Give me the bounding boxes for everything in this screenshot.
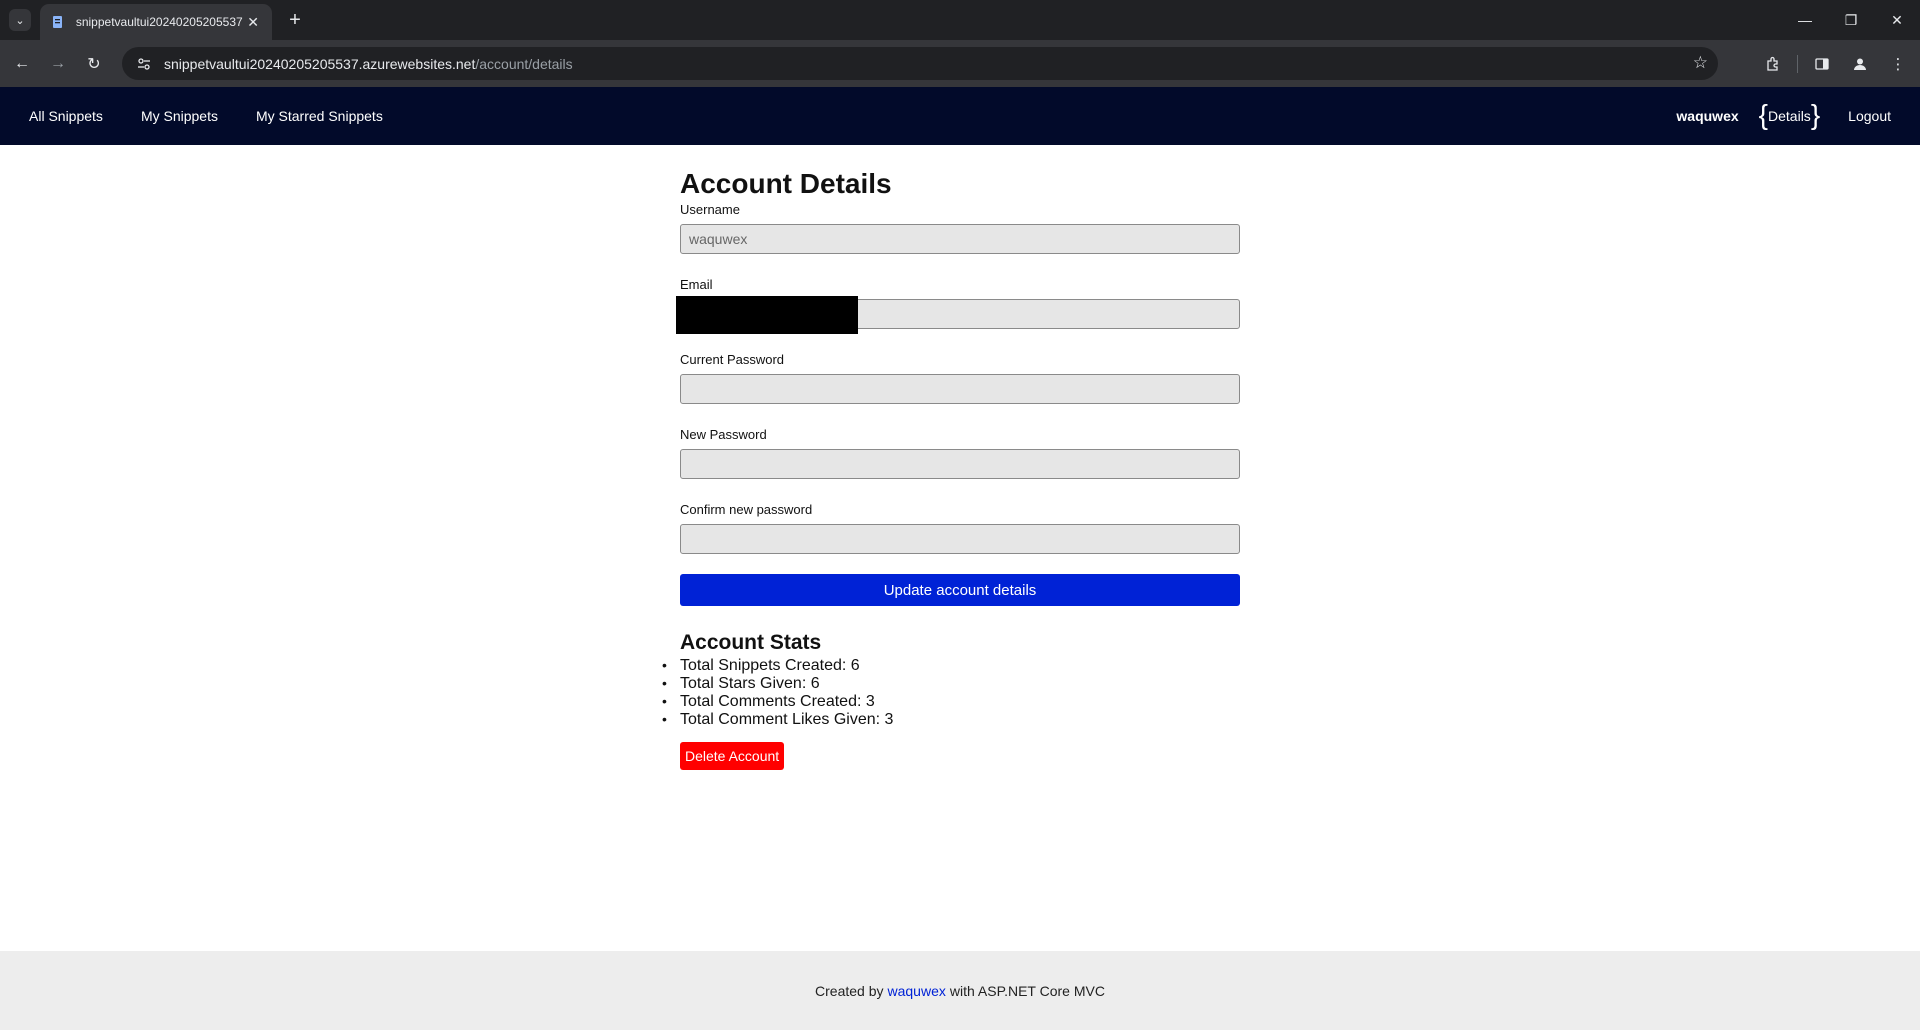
address-bar[interactable]: snippetvaultui20240205205537.azurewebsit… (122, 47, 1718, 80)
url-host: snippetvaultui20240205205537.azurewebsit… (164, 55, 476, 72)
stat-snippets-created: Total Snippets Created: 6 (662, 657, 1240, 675)
reload-icon[interactable]: ↻ (80, 50, 108, 78)
page-favicon-icon (50, 14, 66, 30)
restore-icon[interactable]: ❐ (1828, 0, 1874, 40)
url-text: snippetvaultui20240205205537.azurewebsit… (164, 56, 573, 72)
current-password-field-group: Current Password (680, 352, 1240, 404)
extensions-icon[interactable] (1759, 50, 1787, 78)
account-details-main: Account Details Username Email Current P… (662, 168, 1240, 770)
nav-my-starred-snippets[interactable]: My Starred Snippets (256, 108, 383, 124)
new-tab-button[interactable]: + (283, 8, 307, 32)
nav-details-link[interactable]: { Details } (1758, 99, 1821, 130)
url-path: /account/details (475, 55, 573, 72)
forward-arrow-icon[interactable]: → (44, 50, 72, 78)
profile-avatar-icon[interactable] (1846, 50, 1874, 78)
site-info-icon[interactable] (134, 54, 154, 74)
footer-author-link[interactable]: waquwex (888, 983, 946, 999)
footer-prefix: Created by (815, 982, 884, 999)
stat-stars-given: Total Stars Given: 6 (662, 675, 1240, 693)
username-label: Username (680, 202, 740, 217)
redaction-block (676, 296, 858, 334)
current-password-input[interactable] (680, 374, 1240, 404)
browser-tab-strip: ⌄ snippetvaultui20240205205537 ✕ + — ❐ ✕ (0, 0, 1920, 40)
account-stats-title: Account Stats (680, 631, 822, 654)
username-field-group: Username (680, 202, 1240, 254)
new-password-field-group: New Password (680, 427, 1240, 479)
confirm-password-field-group: Confirm new password (680, 502, 1240, 554)
toolbar-divider (1797, 55, 1798, 73)
new-password-input[interactable] (680, 449, 1240, 479)
username-input[interactable] (680, 224, 1240, 254)
footer-suffix: with ASP.NET Core MVC (949, 982, 1105, 999)
update-account-button[interactable]: Update account details (680, 574, 1240, 606)
bookmark-star-icon[interactable]: ☆ (1693, 53, 1708, 73)
nav-username: waquwex (1676, 108, 1739, 124)
confirm-password-input[interactable] (680, 524, 1240, 554)
tab-title: snippetvaultui20240205205537 (75, 15, 243, 29)
tab-close-icon[interactable]: ✕ (244, 14, 262, 31)
email-label: Email (680, 277, 713, 292)
delete-account-button[interactable]: Delete Account (680, 742, 785, 770)
site-navbar: All Snippets My Snippets My Starred Snip… (0, 87, 1920, 145)
confirm-password-label: Confirm new password (680, 502, 813, 517)
tab-search-chevron-icon[interactable]: ⌄ (9, 9, 31, 31)
minimize-icon[interactable]: — (1782, 0, 1828, 40)
new-password-label: New Password (680, 427, 767, 442)
stat-comment-likes-given: Total Comment Likes Given: 3 (662, 711, 1240, 729)
email-field-group: Email (676, 277, 1240, 334)
stat-comments-created: Total Comments Created: 3 (662, 693, 1240, 711)
close-window-icon[interactable]: ✕ (1874, 0, 1920, 40)
left-brace-icon: { (1758, 99, 1769, 130)
page-title: Account Details (680, 168, 892, 199)
browser-toolbar: ← → ↻ snippetvaultui20240205205537.azure… (0, 40, 1920, 87)
nav-my-snippets[interactable]: My Snippets (141, 108, 218, 124)
nav-details-label: Details (1768, 108, 1811, 124)
nav-logout-link[interactable]: Logout (1848, 108, 1891, 124)
right-brace-icon: } (1810, 99, 1821, 130)
browser-tab[interactable]: snippetvaultui20240205205537 ✕ (40, 4, 272, 40)
browser-menu-icon[interactable]: ⋮ (1884, 50, 1912, 78)
back-arrow-icon[interactable]: ← (8, 50, 36, 78)
side-panel-icon[interactable] (1808, 50, 1836, 78)
nav-all-snippets[interactable]: All Snippets (29, 108, 103, 124)
current-password-label: Current Password (680, 352, 785, 367)
account-stats-list: Total Snippets Created: 6 Total Stars Gi… (662, 657, 1240, 729)
site-footer: Created by waquwex with ASP.NET Core MVC (0, 951, 1920, 1030)
